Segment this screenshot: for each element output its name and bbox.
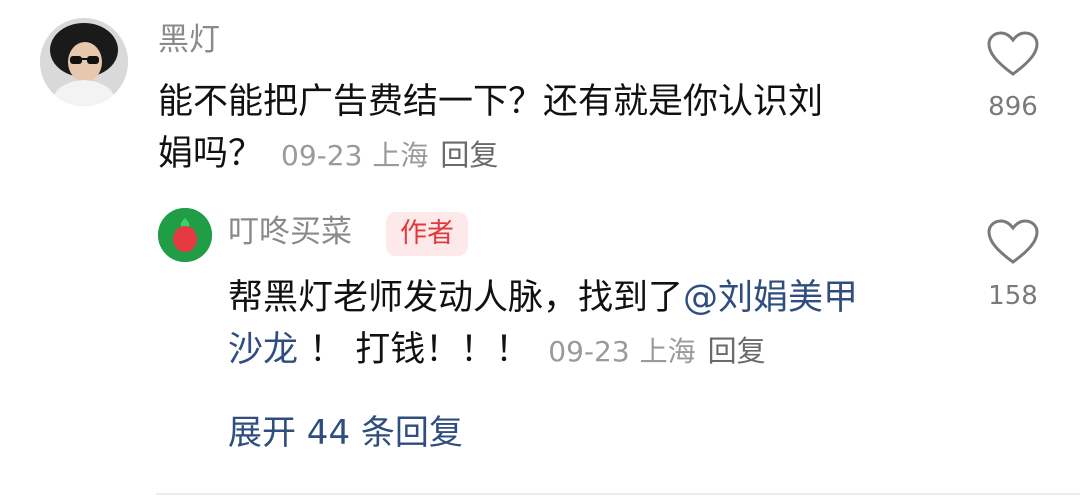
reply-reply-button[interactable]: 回复 <box>708 334 766 368</box>
comment-text-line2: 娟吗？ <box>158 134 264 174</box>
reply-like-button[interactable] <box>983 218 1043 270</box>
reply-text-line1: 帮黑灯老师发动人脉，找到了@刘娟美甲 <box>228 272 948 324</box>
avatar[interactable] <box>40 18 128 106</box>
comment-text-line1: 能不能把广告费结一下？还有就是你认识刘 <box>158 82 824 122</box>
comment-reply-button[interactable]: 回复 <box>440 138 498 172</box>
reply-text-line2: 沙龙 ！ 打钱！！！ 09-23 上海 回复 <box>228 324 948 378</box>
author-badge: 作者 <box>386 212 468 256</box>
comment-text-line2-row: 娟吗？ 09-23 上海 回复 <box>158 128 938 182</box>
reply-text: 帮黑灯老师发动人脉，找到了@刘娟美甲 沙龙 ！ 打钱！！！ 09-23 上海 回复 <box>228 272 948 378</box>
comment-date: 09-23 <box>281 139 363 172</box>
user-avatar-image <box>40 18 128 106</box>
expand-replies-button[interactable]: 展开 44 条回复 <box>228 405 463 454</box>
comment-username[interactable]: 黑灯 <box>158 20 220 60</box>
divider <box>156 493 1080 495</box>
heart-outline-icon <box>987 219 1039 264</box>
comment-location: 上海 <box>372 139 429 172</box>
comment-text: 能不能把广告费结一下？还有就是你认识刘 娟吗？ 09-23 上海 回复 <box>158 76 938 182</box>
radish-logo-icon <box>158 208 212 262</box>
reply-text-part1: 帮黑灯老师发动人脉，找到了 <box>228 278 684 318</box>
mention-link[interactable]: @刘娟美甲 <box>683 278 858 318</box>
comment-like-button[interactable] <box>983 30 1043 82</box>
reply-avatar[interactable] <box>158 208 212 262</box>
reply-username[interactable]: 叮咚买菜 <box>228 212 352 252</box>
reply-location: 上海 <box>639 335 696 368</box>
reply-text-part2: ！ 打钱！！！ <box>298 330 531 370</box>
heart-outline-icon <box>987 31 1039 76</box>
reply-date: 09-23 <box>548 335 630 368</box>
comment-like-count: 896 <box>988 92 1038 122</box>
reply-like-count: 158 <box>988 281 1038 311</box>
mention-link-continued[interactable]: 沙龙 <box>228 330 298 370</box>
